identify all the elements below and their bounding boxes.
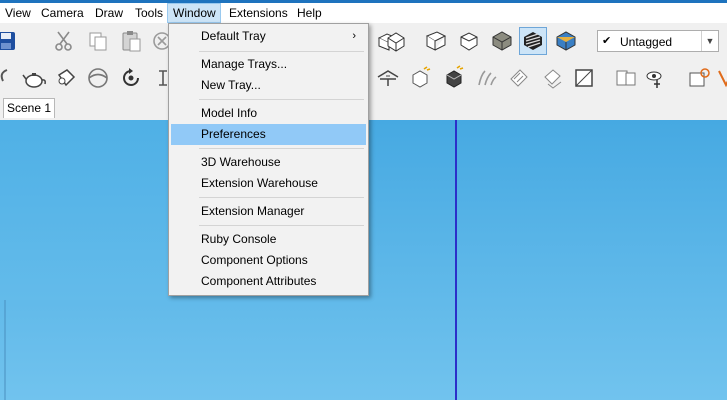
xray-style-icon[interactable] <box>488 27 516 55</box>
tag-selector-value: Untagged <box>620 35 673 49</box>
blue-axis <box>455 120 457 400</box>
menu-bar: View Camera Draw Tools Window Extensions… <box>0 3 727 23</box>
solid-tools-icon[interactable] <box>440 64 468 92</box>
section-plane-icon[interactable] <box>374 64 402 92</box>
menu-item-new-tray[interactable]: New Tray... <box>171 75 366 96</box>
position-camera-icon[interactable] <box>612 64 640 92</box>
look-around-icon[interactable] <box>642 64 670 92</box>
shaded-textures-style-icon[interactable] <box>552 27 580 55</box>
front-view-icon[interactable] <box>455 27 483 55</box>
menu-separator <box>199 225 364 226</box>
iso-view-icon[interactable] <box>382 27 410 55</box>
orbit-icon[interactable] <box>84 64 112 92</box>
save-icon[interactable] <box>0 27 20 55</box>
teapot-icon[interactable] <box>20 64 48 92</box>
extra-tool-icon[interactable] <box>712 64 727 92</box>
box-icon[interactable] <box>570 64 598 92</box>
lasso-select-icon[interactable] <box>0 64 22 92</box>
menu-help[interactable]: Help <box>292 3 327 23</box>
menu-separator <box>199 148 364 149</box>
menu-item-manage-trays[interactable]: Manage Trays... <box>171 54 366 75</box>
rotate-icon[interactable] <box>117 64 145 92</box>
warehouse-icon[interactable] <box>505 64 533 92</box>
tag-selector[interactable]: ✔ Untagged ▼ <box>597 30 719 52</box>
menu-camera[interactable]: Camera <box>36 3 89 23</box>
chevron-right-icon: › <box>352 30 356 42</box>
menu-item-component-attributes[interactable]: Component Attributes <box>171 271 366 292</box>
menu-item-ruby-console[interactable]: Ruby Console <box>171 229 366 250</box>
menu-window[interactable]: Window <box>167 3 221 23</box>
paint-bucket-icon[interactable] <box>52 64 80 92</box>
cut-icon[interactable] <box>50 27 78 55</box>
menu-draw[interactable]: Draw <box>90 3 128 23</box>
menu-item-3d-warehouse[interactable]: 3D Warehouse <box>171 152 366 173</box>
shaded-style-icon[interactable] <box>519 27 547 55</box>
menu-view[interactable]: View <box>0 3 36 23</box>
paste-icon[interactable] <box>117 27 145 55</box>
shadow-icon[interactable] <box>538 64 566 92</box>
menu-separator <box>199 51 364 52</box>
menu-item-model-info[interactable]: Model Info <box>171 103 366 124</box>
viewport-edge-line <box>4 300 6 400</box>
menu-item-default-tray[interactable]: Default Tray › <box>171 26 366 47</box>
menu-separator <box>199 99 364 100</box>
menu-extensions[interactable]: Extensions <box>224 3 293 23</box>
menu-tools[interactable]: Tools <box>130 3 168 23</box>
copy-icon[interactable] <box>84 27 112 55</box>
top-view-icon[interactable] <box>422 27 450 55</box>
window-menu-dropdown: Default Tray › Manage Trays... New Tray.… <box>168 23 369 296</box>
menu-item-component-options[interactable]: Component Options <box>171 250 366 271</box>
outer-shell-icon[interactable] <box>406 64 434 92</box>
menu-item-extension-manager[interactable]: Extension Manager <box>171 201 366 222</box>
sandbox-icon[interactable] <box>472 64 500 92</box>
check-icon: ✔ <box>602 35 612 47</box>
menu-item-preferences[interactable]: Preferences <box>171 124 366 145</box>
chevron-down-icon[interactable]: ▼ <box>701 31 718 51</box>
scene-tab[interactable]: Scene 1 <box>3 98 55 118</box>
lighting-icon[interactable] <box>685 64 713 92</box>
menu-separator <box>199 197 364 198</box>
viewport-highlight-region <box>0 120 188 300</box>
menu-item-label: Default Tray <box>201 29 266 43</box>
menu-item-extension-warehouse[interactable]: Extension Warehouse <box>171 173 366 194</box>
